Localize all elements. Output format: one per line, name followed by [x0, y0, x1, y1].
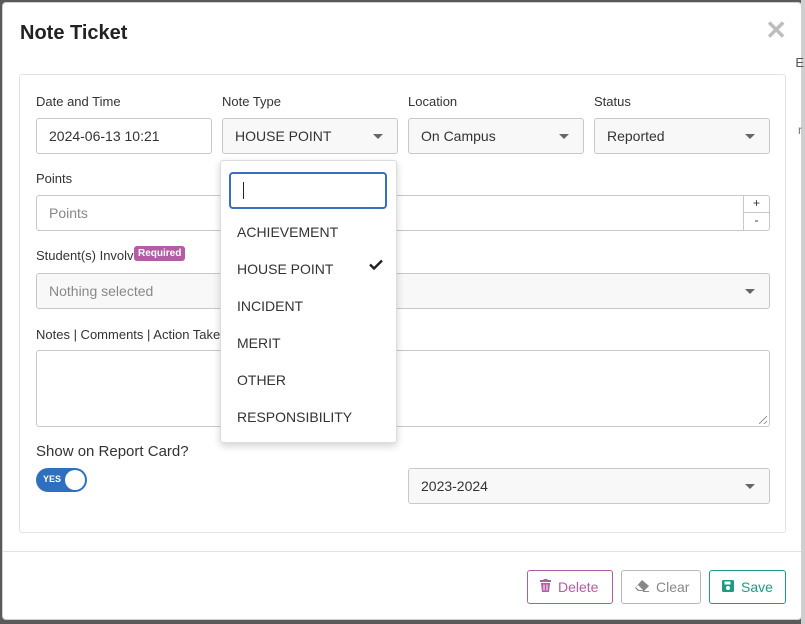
- note-type-label: Note Type: [222, 94, 282, 109]
- note-type-value: HOUSE POINT: [235, 128, 332, 144]
- location-label: Location: [408, 94, 458, 109]
- points-label: Points: [36, 171, 73, 186]
- location-select[interactable]: On Campus: [408, 118, 584, 154]
- edge-mark: r: [798, 123, 802, 137]
- clear-button[interactable]: Clear: [621, 570, 701, 604]
- delete-button[interactable]: Delete: [527, 570, 613, 604]
- points-input[interactable]: Points + -: [36, 195, 770, 231]
- form-panel: Date and Time 2024-06-13 10:21 Note Type…: [19, 74, 786, 533]
- chevron-down-icon: [559, 134, 569, 139]
- chevron-down-icon: [373, 134, 383, 139]
- clear-label: Clear: [656, 579, 690, 595]
- edge-text: E: [795, 55, 804, 70]
- modal-title: Note Ticket: [20, 22, 128, 44]
- report-card-toggle[interactable]: YES: [36, 468, 87, 492]
- students-select[interactable]: Nothing selected: [36, 273, 770, 309]
- notes-textarea[interactable]: [36, 350, 770, 427]
- text-cursor: [243, 182, 244, 199]
- resize-handle-icon[interactable]: [759, 416, 767, 424]
- datetime-input[interactable]: 2024-06-13 10:21: [36, 118, 212, 154]
- report-card-label: Show on Report Card?: [36, 443, 189, 460]
- checkmark-icon: [369, 257, 383, 273]
- school-year-value: 2023-2024: [421, 478, 488, 494]
- eraser-icon: [634, 571, 649, 603]
- dropdown-option[interactable]: INCIDENT: [237, 298, 303, 314]
- status-label: Status: [594, 94, 631, 109]
- status-value: Reported: [607, 128, 665, 144]
- save-label: Save: [741, 579, 773, 595]
- close-icon[interactable]: ✕: [765, 17, 787, 43]
- floppy-disk-icon: [722, 571, 734, 603]
- points-placeholder: Points: [49, 205, 88, 221]
- decrement-button[interactable]: -: [744, 213, 769, 230]
- chevron-down-icon: [745, 484, 755, 489]
- required-badge: Required: [134, 246, 186, 261]
- chevron-down-icon: [745, 134, 755, 139]
- delete-label: Delete: [558, 579, 599, 595]
- school-year-select[interactable]: 2023-2024: [408, 468, 770, 504]
- dropdown-option[interactable]: MERIT: [237, 335, 281, 351]
- toggle-yes-text: YES: [43, 474, 62, 484]
- dropdown-option[interactable]: HOUSE POINT: [237, 261, 333, 277]
- points-stepper: + -: [743, 196, 769, 230]
- modal-footer: Delete Clear Save: [3, 551, 801, 619]
- chevron-down-icon: [745, 289, 755, 294]
- status-select[interactable]: Reported: [594, 118, 770, 154]
- students-label: Student(s) Involved: [36, 248, 149, 263]
- note-type-select[interactable]: HOUSE POINT: [222, 118, 398, 154]
- students-value: Nothing selected: [49, 283, 154, 299]
- notes-label: Notes | Comments | Action Take: [36, 327, 221, 342]
- datetime-value: 2024-06-13 10:21: [49, 128, 160, 144]
- dropdown-search-input[interactable]: [229, 172, 387, 209]
- dropdown-option[interactable]: RESPONSIBILITY: [237, 409, 352, 425]
- trash-icon: [540, 571, 551, 603]
- location-value: On Campus: [421, 128, 496, 144]
- note-ticket-modal: Note Ticket ✕ Date and Time 2024-06-13 1…: [2, 2, 804, 620]
- note-type-dropdown: ACHIEVEMENT HOUSE POINT INCIDENT MERIT O…: [220, 160, 397, 443]
- modal-header: Note Ticket ✕: [3, 3, 801, 65]
- dropdown-option[interactable]: OTHER: [237, 372, 286, 388]
- dropdown-option[interactable]: ACHIEVEMENT: [237, 224, 338, 240]
- toggle-knob: [65, 470, 85, 490]
- increment-button[interactable]: +: [744, 196, 769, 213]
- datetime-label: Date and Time: [36, 94, 121, 109]
- save-button[interactable]: Save: [709, 570, 786, 604]
